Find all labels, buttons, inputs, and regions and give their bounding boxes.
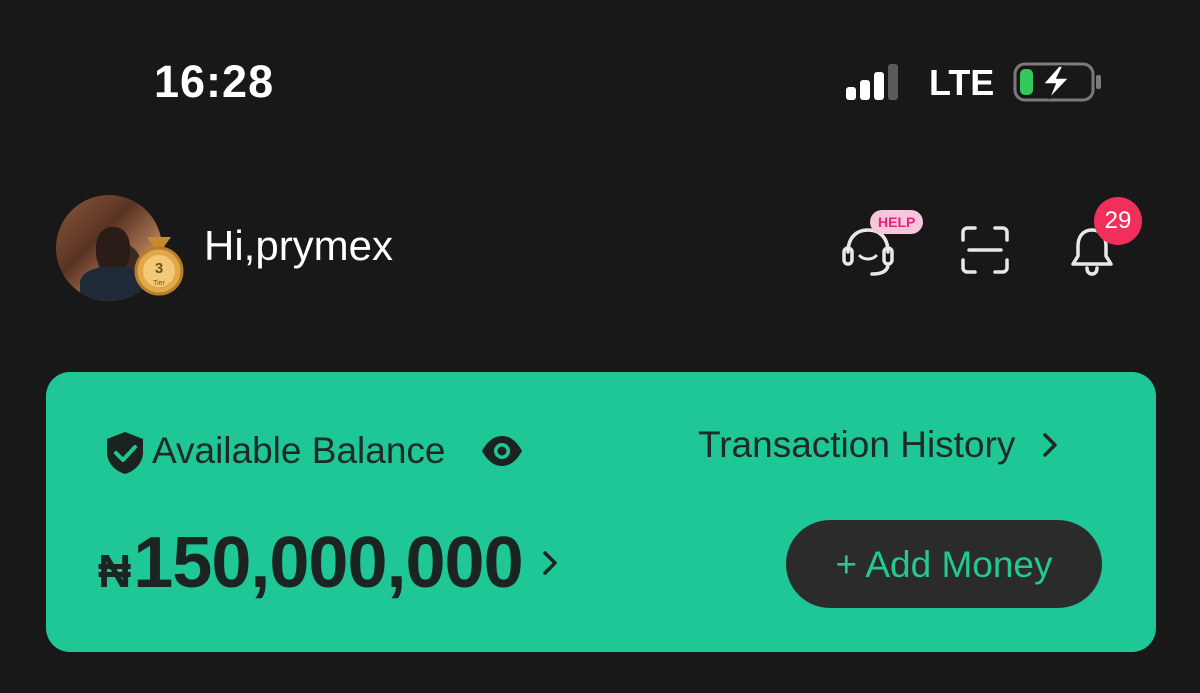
- eye-icon[interactable]: [480, 434, 524, 468]
- signal-bars-icon: [846, 62, 910, 100]
- greeting: Hi,prymex: [204, 222, 394, 269]
- tier-medal-icon: 3 Tier: [133, 235, 185, 297]
- transaction-history-link[interactable]: Transaction History: [698, 424, 1059, 466]
- scan-button[interactable]: [955, 220, 1015, 280]
- scan-icon: [961, 226, 1009, 274]
- battery-charging-icon: [1013, 62, 1103, 102]
- notification-count-badge[interactable]: 29: [1094, 197, 1142, 245]
- tier-number: 3: [155, 260, 163, 277]
- help-tag[interactable]: HELP: [870, 210, 924, 234]
- tier-label: Tier: [153, 280, 165, 287]
- transaction-history-label: Transaction History: [698, 424, 1016, 465]
- currency-symbol: ₦: [98, 545, 132, 597]
- network-type: LTE: [929, 62, 995, 103]
- available-balance-label: Available Balance: [152, 430, 446, 471]
- chevron-right-icon: [1043, 433, 1058, 457]
- add-money-button[interactable]: + Add Money: [786, 520, 1102, 608]
- chevron-right-icon: [542, 551, 557, 575]
- status-time: 16:28: [154, 56, 275, 107]
- shield-check-icon: [104, 430, 146, 476]
- home-screen: 16:28 LTE 3 Tier Hi,prymex HELP 29 Avail…: [0, 0, 1200, 693]
- balance-amount[interactable]: ₦ 150,000,000: [98, 522, 559, 604]
- balance-card: Available Balance Transaction History ₦ …: [46, 372, 1156, 652]
- balance-value: 150,000,000: [133, 523, 523, 603]
